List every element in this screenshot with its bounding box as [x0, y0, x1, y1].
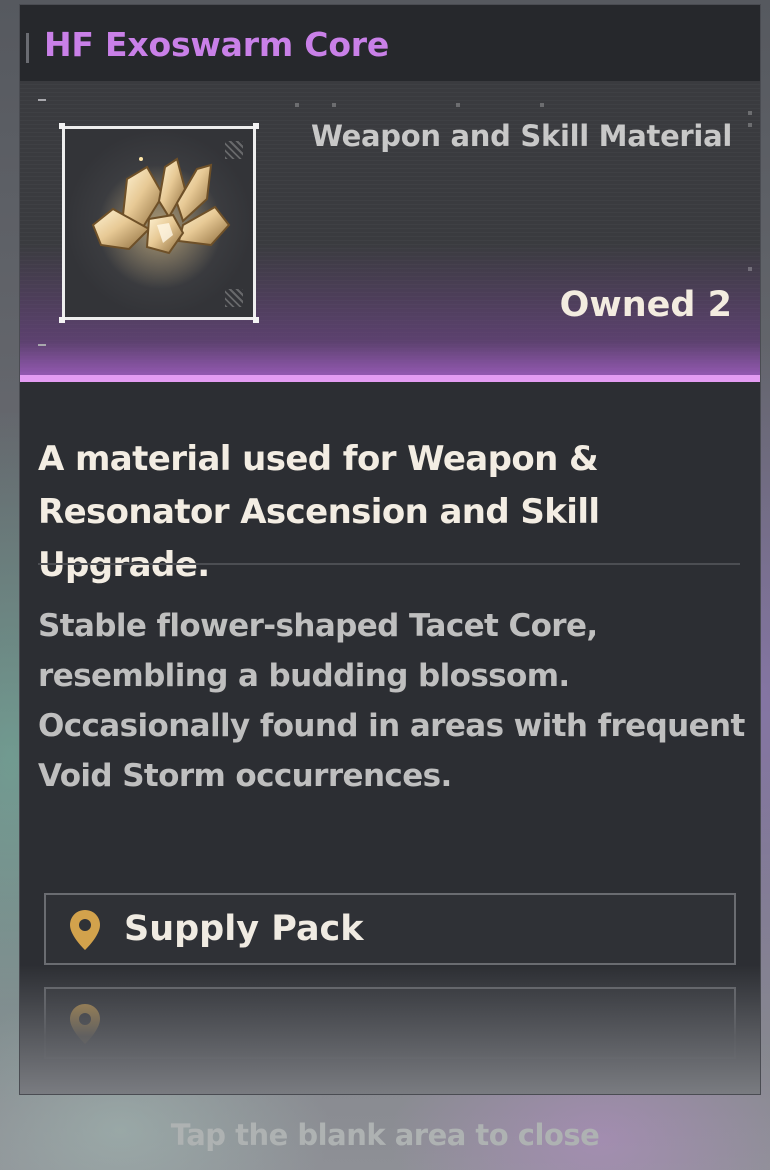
decor-dot [456, 103, 460, 107]
item-category: Weapon and Skill Material [311, 119, 732, 153]
decor-dot [540, 103, 544, 107]
description-line: Void Storm occurrences. [38, 758, 452, 794]
corner-mark-top-left [38, 99, 46, 109]
item-detail-panel: HF Exoswarm Core Weapon and Skill Materi… [19, 4, 761, 1095]
item-title: HF Exoswarm Core [44, 25, 390, 64]
description-line: Stable flower-shaped Tacet Core, [38, 608, 598, 644]
frame-corner-dot [253, 123, 259, 129]
close-hint[interactable]: Tap the blank area to close [0, 1118, 770, 1152]
frame-corner-dot [59, 317, 65, 323]
decor-dot [748, 123, 752, 127]
item-summary: A material used for Weapon & Resonator A… [38, 439, 600, 585]
section-divider [38, 563, 740, 565]
location-pin-icon [70, 910, 100, 950]
exoswarm-core-crystal-icon [91, 157, 231, 289]
source-item-supply-pack[interactable]: Supply Pack [44, 893, 736, 965]
title-bar: HF Exoswarm Core [20, 5, 760, 81]
owned-count: Owned 2 [559, 285, 732, 325]
source-item-label: Supply Pack [124, 909, 364, 949]
decor-dot [748, 267, 752, 271]
title-accent-bar [26, 33, 29, 63]
frame-corner-dot [253, 317, 259, 323]
scroll-fade-overlay [20, 965, 760, 1094]
rarity-stripe [20, 375, 760, 382]
decor-dot [332, 103, 336, 107]
decor-dot [748, 111, 752, 115]
corner-mark-bottom-left [38, 336, 46, 346]
description-line: Occasionally found in areas with frequen… [38, 708, 745, 744]
item-description: Stable flower-shaped Tacet Core, resembl… [38, 601, 753, 801]
item-icon-frame [59, 123, 259, 323]
description-line: resembling a budding blossom. [38, 658, 570, 694]
decor-dot [295, 103, 299, 107]
